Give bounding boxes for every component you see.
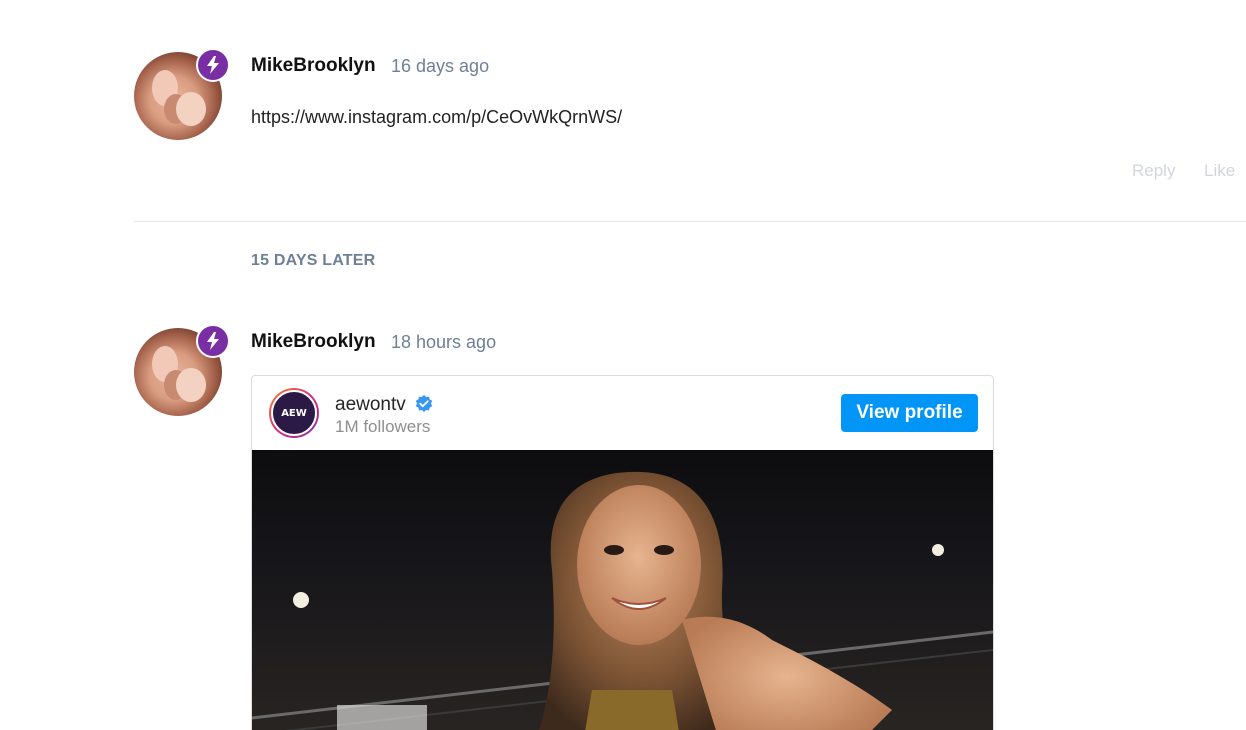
lightning-bolt-icon — [196, 324, 230, 358]
embed-header: AEW aewontv 1M followers View profile — [252, 376, 993, 450]
comment-thread: MikeBrooklyn 16 days ago https://www.ins… — [0, 0, 1246, 730]
account-avatar[interactable]: AEW — [269, 388, 319, 438]
time-gap-label: 15 DAYS LATER — [251, 252, 376, 269]
divider — [134, 221, 1246, 222]
comment-username[interactable]: MikeBrooklyn — [251, 331, 376, 353]
post-image[interactable] — [252, 450, 993, 730]
comment-link[interactable]: https://www.instagram.com/p/CeOvWkQrnWS/ — [251, 107, 622, 128]
view-profile-button[interactable]: View profile — [841, 394, 978, 432]
user-avatar[interactable] — [134, 324, 230, 416]
follower-count: 1M followers — [335, 417, 431, 436]
like-button[interactable]: Like — [1204, 161, 1235, 181]
lightning-bolt-icon — [196, 48, 230, 82]
reply-button[interactable]: Reply — [1132, 161, 1175, 181]
account-name[interactable]: aewontv — [335, 394, 406, 416]
aew-logo: AEW — [271, 390, 317, 436]
user-avatar[interactable] — [134, 48, 230, 140]
wrestler-photo — [252, 471, 993, 730]
comment-timestamp[interactable]: 18 hours ago — [391, 332, 496, 353]
comment-username[interactable]: MikeBrooklyn — [251, 55, 376, 77]
comment-timestamp[interactable]: 16 days ago — [391, 56, 489, 77]
verified-check-icon — [415, 395, 433, 412]
instagram-embed: AEW aewontv 1M followers View profile — [251, 375, 994, 730]
